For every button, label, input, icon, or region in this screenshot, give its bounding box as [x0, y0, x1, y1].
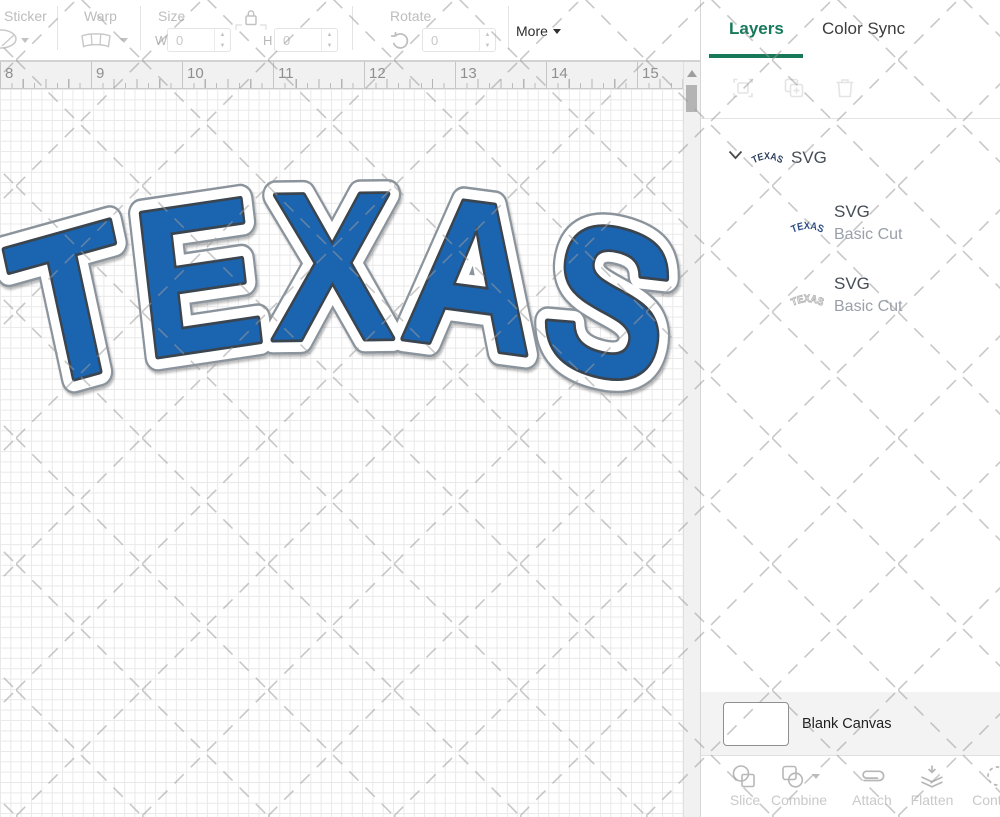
- combine-button[interactable]: Combine: [763, 763, 835, 808]
- ruler-number: 13: [460, 65, 477, 82]
- horizontal-ruler: 8 9 10 11 12 13 14 15: [0, 62, 683, 89]
- chevron-down-icon[interactable]: [728, 150, 743, 160]
- ruler-number: 15: [642, 65, 659, 82]
- scroll-up-arrow-icon[interactable]: [687, 70, 697, 77]
- more-label: More: [516, 23, 548, 39]
- attach-button[interactable]: Attach: [847, 763, 897, 808]
- slice-button[interactable]: Slice: [723, 763, 767, 808]
- size-section-label: Size: [158, 8, 186, 24]
- chevron-down-icon: [552, 28, 561, 34]
- texas-arched-wordmark[interactable]: TEXAS TEXAS TEXAS TEXAS: [0, 89, 683, 817]
- canvas-color-swatch[interactable]: [723, 701, 789, 746]
- layer-row[interactable]: TEXAS SVG Basic Cut: [701, 198, 1000, 260]
- blank-canvas-row[interactable]: Blank Canvas: [701, 692, 1000, 755]
- chevron-down-icon: [21, 38, 29, 43]
- flatten-label: Flatten: [910, 792, 954, 808]
- layer-thumbnail: TEXAS: [789, 293, 826, 309]
- combine-icon: [782, 765, 804, 788]
- step-down-icon[interactable]: ▼: [322, 40, 337, 51]
- layer-group-row[interactable]: TEXAS SVG: [701, 142, 1000, 176]
- tab-color-sync[interactable]: Color Sync: [822, 19, 905, 39]
- ruler-number: 12: [369, 65, 386, 82]
- height-input[interactable]: 0 ▲ ▼: [274, 28, 338, 52]
- layers-panel: Layers Color Sync EXA SVG TEXAS SVG Basi…: [700, 0, 1000, 817]
- toolbar-divider: [352, 6, 353, 50]
- slice-icon: [732, 765, 755, 788]
- step-down-icon[interactable]: ▼: [215, 40, 230, 51]
- design-app-window: Sticker Warp Size W 0 ▲ ▼ H 0 ▲ ▼ Rotate…: [0, 0, 1000, 817]
- attach-label: Attach: [852, 792, 892, 808]
- toolbar-divider: [508, 6, 509, 50]
- warp-icon: [81, 33, 111, 48]
- width-value: 0: [176, 32, 184, 48]
- contour-icon: [987, 766, 1000, 786]
- layer-cut-type: Basic Cut: [834, 298, 903, 315]
- active-tab-underline: [709, 54, 803, 58]
- combine-label: Combine: [770, 792, 828, 808]
- ruler-number: 11: [278, 65, 294, 82]
- rotate-section-label: Rotate: [390, 8, 432, 24]
- step-up-icon[interactable]: ▲: [215, 29, 230, 40]
- layer-group-thumbnail: TEXAS: [751, 151, 784, 166]
- ruler-number: 8: [5, 65, 14, 82]
- layer-group-name: SVG: [791, 148, 827, 167]
- more-button[interactable]: More: [516, 23, 561, 39]
- duplicate-icon[interactable]: [782, 76, 806, 100]
- lock-aspect-icon[interactable]: [233, 6, 269, 32]
- warp-dropdown-button[interactable]: [78, 28, 132, 52]
- layer-name: SVG: [834, 202, 870, 221]
- contour-button[interactable]: Contour: [967, 763, 1000, 808]
- tab-layers[interactable]: Layers: [729, 19, 784, 39]
- slice-label: Slice: [729, 792, 761, 808]
- ruler-number: 14: [551, 65, 568, 82]
- sticker-dropdown-button[interactable]: [0, 28, 34, 52]
- flatten-icon: [921, 765, 943, 788]
- group-icon[interactable]: [731, 76, 755, 100]
- chevron-down-icon[interactable]: [812, 774, 820, 779]
- rotate-stepper[interactable]: ▲ ▼: [479, 29, 495, 51]
- attach-icon: [862, 770, 885, 782]
- width-input[interactable]: 0 ▲ ▼: [167, 28, 231, 52]
- flatten-button[interactable]: Flatten: [907, 763, 957, 808]
- wordmark-fill: TEXAS: [0, 148, 683, 433]
- ruler-number: 9: [96, 65, 105, 82]
- step-down-icon[interactable]: ▼: [480, 40, 495, 51]
- toolbar-divider: [57, 6, 58, 50]
- rotate-icon[interactable]: [389, 29, 411, 51]
- design-canvas[interactable]: TEXAS TEXAS TEXAS TEXAS: [0, 89, 683, 817]
- svg-text:TEXAS: TEXAS: [751, 151, 784, 166]
- width-stepper[interactable]: ▲ ▼: [214, 29, 230, 51]
- chevron-down-icon: [120, 38, 128, 43]
- width-label: W: [155, 33, 168, 48]
- blank-canvas-label: Blank Canvas: [802, 715, 892, 732]
- step-up-icon[interactable]: ▲: [322, 29, 337, 40]
- trash-icon[interactable]: [833, 76, 857, 100]
- height-value: 0: [283, 32, 291, 48]
- layer-name: SVG: [834, 274, 870, 293]
- scrollbar-thumb[interactable]: [686, 85, 697, 112]
- step-up-icon[interactable]: ▲: [480, 29, 495, 40]
- ruler-number: 10: [187, 65, 204, 82]
- layer-cut-type: Basic Cut: [834, 226, 903, 243]
- contour-label: Contour: [972, 792, 1000, 808]
- layer-row[interactable]: TEXAS SVG Basic Cut: [701, 270, 1000, 332]
- svg-text:TEXAS: TEXAS: [0, 148, 683, 433]
- edit-toolbar: Sticker Warp Size W 0 ▲ ▼ H 0 ▲ ▼ Rotate…: [0, 0, 700, 62]
- height-label: H: [263, 33, 273, 48]
- panel-divider: [701, 118, 1000, 119]
- vertical-scrollbar[interactable]: [683, 62, 700, 817]
- sticker-section-label: Sticker: [4, 8, 47, 24]
- svg-text:TEXAS: TEXAS: [790, 220, 826, 236]
- layer-actions-bar: Slice Combine Attach Flatten Cont: [701, 755, 1000, 817]
- rotate-input[interactable]: 0 ▲ ▼: [422, 28, 496, 52]
- toolbar-divider: [140, 6, 141, 50]
- svg-text:TEXAS: TEXAS: [790, 293, 826, 309]
- warp-section-label: Warp: [84, 8, 117, 24]
- height-stepper[interactable]: ▲ ▼: [321, 29, 337, 51]
- rotate-value: 0: [431, 32, 439, 48]
- layer-thumbnail: TEXAS: [790, 220, 826, 236]
